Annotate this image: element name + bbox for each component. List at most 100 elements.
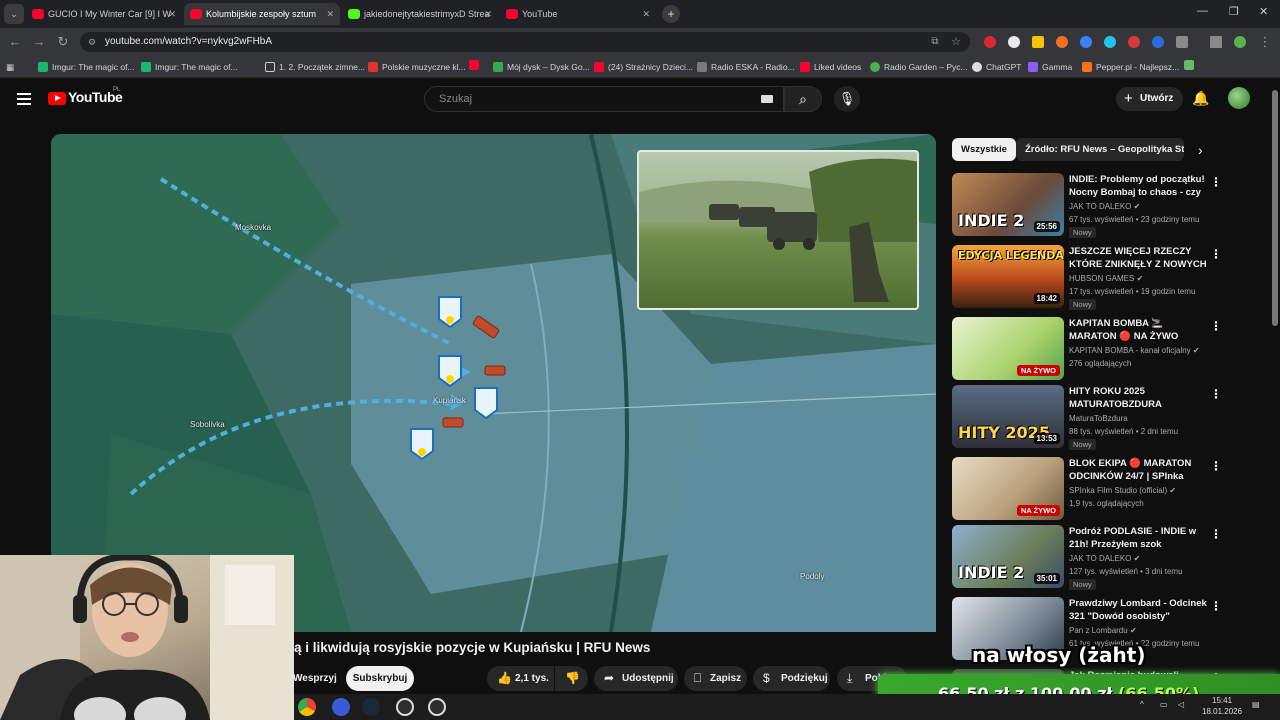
- chevron-right-icon[interactable]: ›: [1198, 142, 1203, 158]
- video-title[interactable]: Podróż PODLASIE - INDIE w 21h! Przeżyłem…: [1069, 525, 1209, 551]
- more-actions-icon[interactable]: ⋮: [1210, 459, 1222, 473]
- extension-icon[interactable]: [1152, 36, 1164, 48]
- close-tab-icon[interactable]: ✕: [484, 3, 492, 25]
- save-button[interactable]: ⎕ Zapisz: [684, 666, 747, 691]
- clock[interactable]: 15:41 18.01.2026: [1202, 695, 1242, 717]
- more-actions-icon[interactable]: ⋮: [1210, 175, 1222, 189]
- steam-taskbar-icon[interactable]: [362, 698, 380, 716]
- bookmark-item[interactable]: (24) Strażnicy Dzieci...: [594, 60, 693, 74]
- extension-icon[interactable]: [1128, 36, 1140, 48]
- youtube-bookmark-icon[interactable]: [469, 60, 479, 74]
- bookmark-item[interactable]: Polskie muzyczne kl...: [368, 60, 466, 74]
- chip-source[interactable]: Źródło: RFU News – Geopolityka Strat: [1016, 138, 1184, 161]
- apps-grid-icon[interactable]: ▦: [6, 60, 14, 74]
- channel-name[interactable]: KAPITAN BOMBA - kanał oficjalny ✔: [1069, 346, 1200, 355]
- video-title[interactable]: BLOK EKIPA 🔴 MARATON ODCINKÓW 24/7 | SPI…: [1069, 457, 1209, 483]
- share-button[interactable]: ➦ Udostępnij: [594, 666, 678, 691]
- forward-icon[interactable]: →: [30, 33, 48, 51]
- volume-icon[interactable]: ◁: [1178, 700, 1184, 709]
- back-icon[interactable]: ←: [6, 33, 24, 51]
- video-title[interactable]: KAPITAN BOMBA 🚬 MARATON 🔴 NA ŻYWO: [1069, 317, 1209, 343]
- scrollbar-thumb[interactable]: [1272, 90, 1278, 326]
- video-title[interactable]: HITY ROKU 2025 MATURATOBZDURA: [1069, 385, 1209, 411]
- channel-name[interactable]: MaturaToBzdura: [1069, 414, 1128, 423]
- video-thumbnail[interactable]: EDYCJA LEGENDA 18:42: [952, 245, 1064, 308]
- list-item[interactable]: INDIE 2 25:56 INDIE: Problemy od początk…: [952, 173, 1252, 238]
- more-actions-icon[interactable]: ⋮: [1210, 387, 1222, 401]
- search-button[interactable]: ⌕: [784, 86, 822, 112]
- address-bar[interactable]: ⚙ youtube.com/watch?v=nykvg2wFHbA: [80, 32, 970, 52]
- extension-icon[interactable]: [1008, 36, 1020, 48]
- tab-gucio[interactable]: GUCIO I My Winter Car [9] I W ✕: [26, 3, 182, 25]
- video-thumbnail[interactable]: HITY 2025 13:53: [952, 385, 1064, 448]
- close-tab-icon[interactable]: ✕: [642, 3, 650, 25]
- bookmark-item[interactable]: Radio ESKA - Radio...: [697, 60, 795, 74]
- subscribe-button[interactable]: Subskrybuj: [346, 666, 414, 691]
- list-item[interactable]: INDIE 2 35:01 Podróż PODLASIE - INDIE w …: [952, 525, 1252, 590]
- restore-icon[interactable]: ❐: [1229, 5, 1239, 18]
- tab-youtube[interactable]: YouTube ✕: [500, 3, 656, 25]
- channel-name[interactable]: JAK TO DALEKO ✔: [1069, 554, 1140, 563]
- list-item[interactable]: EDYCJA LEGENDA 18:42 JESZCZE WIĘCEJ RZEC…: [952, 245, 1252, 310]
- bookmark-item[interactable]: Radio Garden – Pyc...: [870, 60, 968, 74]
- extension-icon[interactable]: [1056, 36, 1068, 48]
- tray-chevron-icon[interactable]: ^: [1140, 700, 1144, 709]
- thanks-button[interactable]: $ Podziękuj: [753, 666, 830, 691]
- extension-icon[interactable]: [1104, 36, 1116, 48]
- bookmark-item[interactable]: Imgur: The magic of...: [38, 60, 135, 74]
- bookmark-item[interactable]: Pepper.pl - Najlepsz...: [1082, 60, 1179, 74]
- close-window-icon[interactable]: ✕: [1259, 5, 1268, 18]
- notification-icon[interactable]: ▤: [1252, 700, 1260, 709]
- youtube-logo-icon[interactable]: [48, 92, 66, 105]
- adblock-extension-icon[interactable]: [984, 36, 996, 48]
- app-taskbar-icon[interactable]: [332, 698, 350, 716]
- account-avatar[interactable]: [1228, 87, 1250, 109]
- app-taskbar-icon[interactable]: [428, 698, 446, 716]
- channel-name[interactable]: Pan z Lombardu ✔: [1069, 626, 1137, 635]
- install-app-icon[interactable]: ⧉: [926, 33, 944, 51]
- profile-avatar-icon[interactable]: [1234, 36, 1246, 48]
- keyboard-icon[interactable]: [761, 95, 773, 103]
- video-title[interactable]: Prawdziwy Lombard - Odcinek 321 "Dowód o…: [1069, 597, 1209, 623]
- tab-kick[interactable]: jakiedonejtytakiestrimyxD Strea ✕: [342, 3, 498, 25]
- channel-name[interactable]: HUBSON GAMES ✔: [1069, 274, 1143, 283]
- extension-icon[interactable]: [1080, 36, 1092, 48]
- more-actions-icon[interactable]: ⋮: [1210, 527, 1222, 541]
- notifications-bell-icon[interactable]: 🔔: [1192, 90, 1209, 107]
- channel-name[interactable]: JAK TO DALEKO ✔: [1069, 202, 1140, 211]
- list-item[interactable]: HITY 2025 13:53 HITY ROKU 2025 MATURATOB…: [952, 385, 1252, 450]
- reload-icon[interactable]: ↻: [54, 33, 72, 51]
- video-title[interactable]: INDIE: Problemy od początku! Nocny Bomba…: [1069, 173, 1209, 199]
- channel-name[interactable]: SPInka Film Studio (official) ✔: [1069, 486, 1176, 495]
- chrome-taskbar-icon[interactable]: [298, 698, 316, 716]
- hamburger-menu-icon[interactable]: [17, 93, 31, 105]
- list-item[interactable]: NA ŻYWO KAPITAN BOMBA 🚬 MARATON 🔴 NA ŻYW…: [952, 317, 1252, 381]
- create-button[interactable]: + Utwórz: [1116, 87, 1184, 111]
- tab-kolumbijskie[interactable]: Kolumbijskie zespoły sztum ✕: [184, 3, 340, 25]
- site-info-icon[interactable]: ⚙: [88, 32, 96, 52]
- bookmark-star-icon[interactable]: ☆: [947, 33, 965, 51]
- network-icon[interactable]: ▭: [1160, 700, 1168, 709]
- bookmark-icon[interactable]: [1184, 60, 1194, 74]
- bookmark-item[interactable]: 1. 2. Początek zimne...: [265, 60, 365, 74]
- page-scrollbar[interactable]: [1270, 78, 1280, 694]
- extensions-puzzle-icon[interactable]: [1176, 36, 1188, 48]
- new-tab-button[interactable]: +: [662, 5, 680, 23]
- like-button[interactable]: 👍 2,1 tys.: [487, 666, 554, 691]
- bookmark-item[interactable]: Gamma: [1028, 60, 1072, 74]
- close-tab-icon[interactable]: ✕: [326, 3, 334, 25]
- tab-search-button[interactable]: ⌄: [4, 4, 24, 24]
- dislike-button[interactable]: 👎: [555, 666, 588, 691]
- video-thumbnail[interactable]: INDIE 2 35:01: [952, 525, 1064, 588]
- bookmark-item[interactable]: ChatGPT: [972, 60, 1021, 74]
- obs-taskbar-icon[interactable]: [396, 698, 414, 716]
- more-actions-icon[interactable]: ⋮: [1210, 247, 1222, 261]
- video-thumbnail[interactable]: NA ŻYWO: [952, 317, 1064, 380]
- bookmark-item[interactable]: Liked videos: [800, 60, 861, 74]
- more-actions-icon[interactable]: ⋮: [1210, 599, 1222, 613]
- bookmark-item[interactable]: Mój dysk – Dysk Go...: [493, 60, 590, 74]
- chip-all[interactable]: Wszystkie: [952, 138, 1016, 161]
- support-button[interactable]: Wesprzyj: [282, 666, 337, 691]
- list-item[interactable]: NA ŻYWO BLOK EKIPA 🔴 MARATON ODCINKÓW 24…: [952, 457, 1252, 521]
- imdb-extension-icon[interactable]: [1032, 36, 1044, 48]
